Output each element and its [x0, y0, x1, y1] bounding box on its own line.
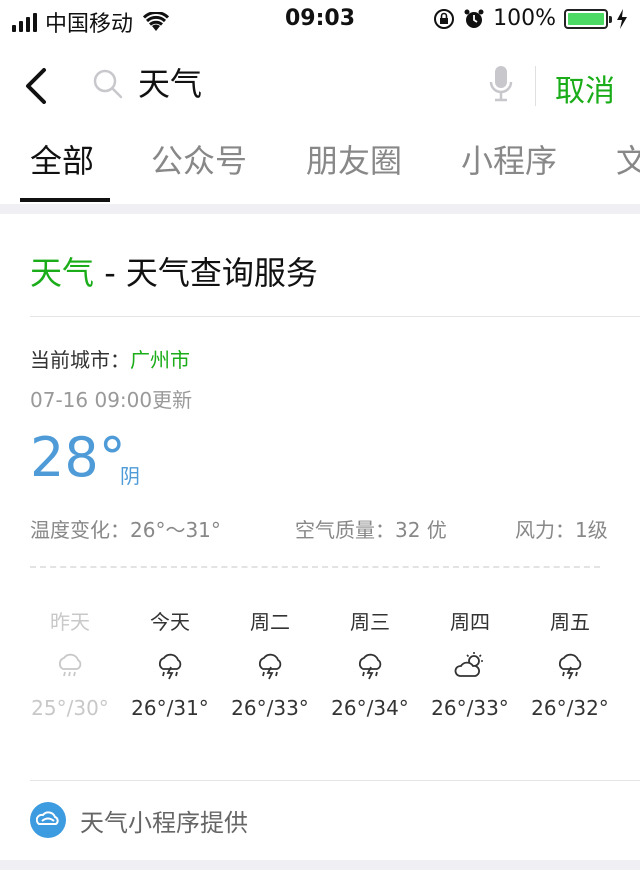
title-rest: - 天气查询服务	[94, 254, 318, 292]
temp-range: 25°/30°	[31, 696, 109, 720]
thunder-rain-icon	[58, 653, 82, 677]
card-title: 天气 - 天气查询服务	[30, 248, 318, 294]
city-name: 广州市	[130, 348, 190, 372]
forecast-day: 周二 26°/33°	[220, 606, 320, 720]
status-bar: 中国移动 09:03 100%	[0, 0, 640, 40]
rotation-lock-icon	[434, 8, 455, 29]
temp-range: 26°/31°	[131, 696, 209, 720]
tab-moments[interactable]: 朋友圈	[306, 136, 402, 182]
temp-change: 温度变化：26°～31°	[30, 518, 221, 542]
partly-cloudy-icon	[454, 652, 483, 677]
weather-card[interactable]: 天气 - 天气查询服务 当前城市：广州市 07-16 09:00更新 28° 阴…	[0, 214, 640, 860]
battery-percent: 100%	[493, 6, 556, 31]
day-name: 今天	[150, 610, 190, 634]
day-name: 周四	[450, 610, 490, 634]
air-quality: 空气质量：32 优	[295, 518, 447, 542]
title-highlight: 天气	[30, 254, 95, 292]
day-name: 周三	[350, 610, 390, 634]
forecast-day: 周四 26°/33°	[420, 606, 520, 720]
microphone-icon[interactable]	[488, 64, 514, 104]
forecast-day: 昨天 25°/30°	[20, 606, 120, 720]
search-icon	[93, 69, 123, 99]
temp-range: 26°/32°	[531, 696, 609, 720]
weather-app-logo-icon	[30, 802, 66, 838]
temp-range: 26°/33°	[231, 696, 309, 720]
back-arrow-icon[interactable]	[22, 68, 52, 104]
alarm-icon	[464, 9, 484, 28]
thunder-rain-icon	[258, 653, 282, 680]
thunder-rain-icon	[558, 653, 582, 680]
current-city: 当前城市：广州市	[30, 344, 190, 373]
weather-stats: 温度变化：26°～31° 空气质量：32 优 风力：1级	[30, 514, 620, 544]
current-temperature: 28°	[30, 426, 126, 489]
forecast-day: 周五 26°/32°	[520, 606, 620, 720]
wind-level: 风力：1级	[515, 518, 608, 542]
tab-all[interactable]: 全部	[30, 136, 94, 182]
provider-row[interactable]: 天气小程序提供	[30, 802, 248, 838]
day-name: 周五	[550, 610, 590, 634]
tab-bar: 全部 公众号 朋友圈 小程序 文	[0, 130, 640, 204]
search-bar: 取消	[0, 40, 640, 130]
day-name: 昨天	[50, 610, 90, 634]
tab-mini-programs[interactable]: 小程序	[461, 136, 557, 182]
day-name: 周二	[250, 610, 290, 634]
cancel-button[interactable]: 取消	[555, 66, 615, 110]
dashed-divider	[30, 566, 600, 568]
forecast-day: 周三 26°/34°	[320, 606, 420, 720]
thunder-rain-icon	[358, 653, 382, 680]
forecast-day: 今天 26°/31°	[120, 606, 220, 720]
thunder-rain-icon	[158, 653, 182, 680]
divider	[30, 780, 640, 781]
divider	[30, 316, 640, 317]
divider	[535, 66, 536, 106]
tab-official-accounts[interactable]: 公众号	[151, 136, 247, 182]
temp-range: 26°/33°	[431, 696, 509, 720]
weather-condition: 阴	[120, 464, 140, 488]
active-tab-indicator	[20, 198, 110, 202]
search-input[interactable]	[136, 62, 440, 101]
city-label: 当前城市：	[30, 348, 130, 372]
battery-icon	[564, 8, 612, 29]
tab-articles[interactable]: 文	[616, 136, 640, 182]
temp-range: 26°/34°	[331, 696, 409, 720]
charging-icon	[617, 8, 627, 29]
provider-text: 天气小程序提供	[80, 808, 248, 837]
update-time: 07-16 09:00更新	[30, 388, 193, 412]
